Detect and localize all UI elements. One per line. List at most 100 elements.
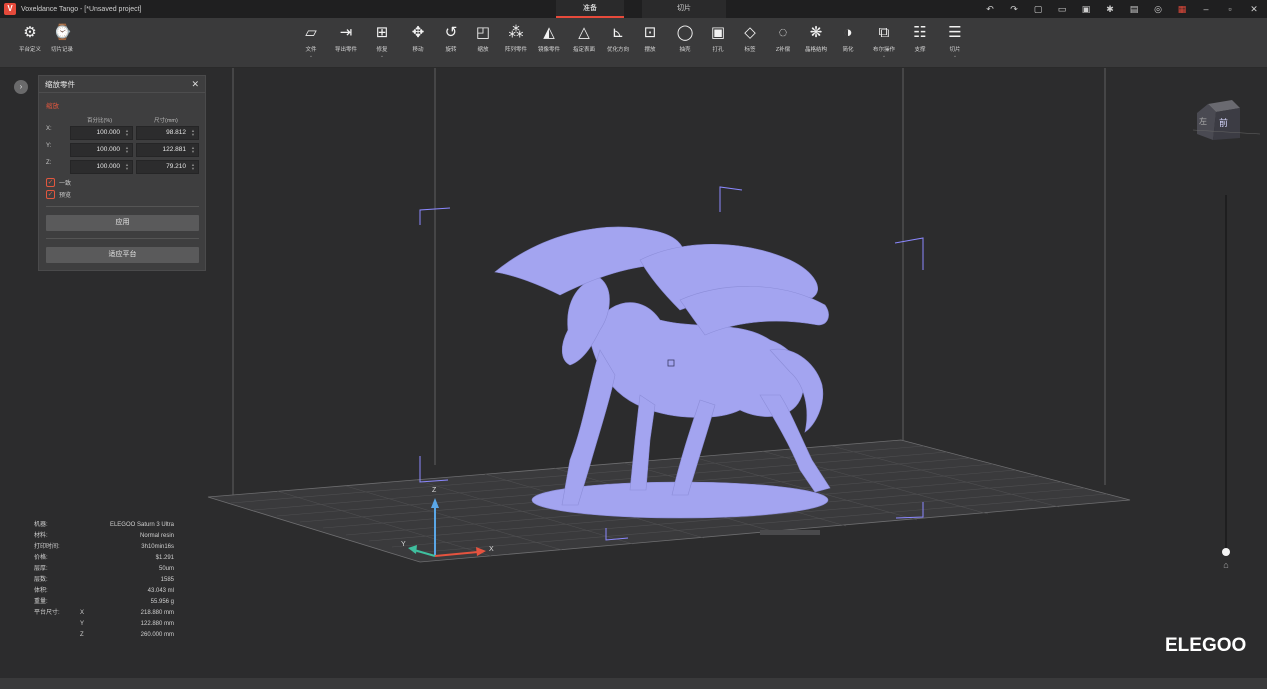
close-icon[interactable]: ✕ [1247,2,1261,16]
feedback-icon[interactable]: ▤ [1127,2,1141,16]
tool-mirror[interactable]: ◭ 镜像零件 [532,24,566,53]
tool-array[interactable]: ⁂ 阵列零件 [499,24,533,53]
info-row-weight: 重量: 55.956 g [34,597,174,608]
y-axis-label: Y [401,541,406,548]
chevron-down-icon: ⌄ [952,53,958,59]
settings-icon[interactable]: ✱ [1103,2,1117,16]
panel-divider [46,206,199,207]
field-value: 100.000 [96,129,121,136]
panel-header: 缩放零件 ✕ [39,76,205,93]
move-icon: ✥ [411,24,425,41]
y-row-label: Y: [46,143,52,149]
info-row-platform-z: Z 260.000 mm [34,630,174,641]
view-cube-left-label[interactable]: 左 [1199,116,1207,127]
save-icon[interactable]: ▣ [1079,2,1093,16]
info-value: 122.880 mm [140,621,174,627]
printer-icon[interactable]: ▦ [1175,2,1189,16]
info-key: 层厚: [34,566,48,572]
info-key: 机器: [34,522,48,528]
layer-slider-track[interactable] [1225,195,1227,551]
z-size-input[interactable]: 79.210 ▲ ▼ [136,160,199,174]
tab-slice[interactable]: 切片 [642,0,726,18]
x-percent-input[interactable]: 100.000 ▲ ▼ [70,126,133,140]
tool-lattice[interactable]: ❋ 晶格结构 [799,24,833,53]
tool-export[interactable]: ⇥ 导出零件 [329,24,363,53]
info-key: 打印时间: [34,544,60,550]
spinner-icon[interactable]: ▲ ▼ [125,129,129,137]
panel-expand-button[interactable]: › [14,80,28,94]
uniform-checkbox-row[interactable]: ✓ 一致 [46,178,71,187]
spinner-icon[interactable]: ▲ ▼ [125,163,129,171]
label-icon: ◇ [744,24,756,41]
status-bar [0,678,1267,689]
info-value: $1.291 [155,555,174,561]
title-bar: V Voxeldance Tango - [*Unsaved project] … [0,0,1267,18]
tool-scale[interactable]: ◰ 缩放 [466,24,500,53]
info-row-machine: 机器: ELEGOO Saturn 3 Ultra [34,520,174,531]
place-icon: ⊡ [643,24,657,41]
surface-icon: △ [578,24,590,41]
tool-boolean[interactable]: ⧉ 布尔操作 ⌄ [867,24,901,59]
spinner-icon[interactable]: ▲ ▼ [191,163,195,171]
new-file-icon[interactable]: ▢ [1031,2,1045,16]
preview-checkbox[interactable]: ✓ [46,190,55,199]
tool-label: 阵列零件 [504,47,527,53]
info-value: 50um [158,566,174,572]
tool-label: 镜像零件 [537,47,560,53]
z-compensation-icon: ◌ [778,24,788,41]
tool-label-tag[interactable]: ◇ 标签 [733,24,767,53]
tool-z-compensation[interactable]: ◌ Z补偿 [766,24,800,53]
lattice-icon: ❋ [809,24,823,41]
home-icon[interactable]: ⌂ [1220,560,1232,572]
y-percent-input[interactable]: 100.000 ▲ ▼ [70,143,133,157]
info-key: 重量: [34,599,48,605]
tool-hollow[interactable]: ◯ 抽壳 [668,24,702,53]
tool-place[interactable]: ⊡ 摆放 [633,24,667,53]
chevron-down-icon: ⌄ [881,53,887,59]
z-percent-input[interactable]: 100.000 ▲ ▼ [70,160,133,174]
apply-button[interactable]: 应用 [46,215,199,231]
layer-slider-handle[interactable] [1222,548,1230,556]
tool-platform-definition[interactable]: ⚙ 平台定义 [13,24,47,53]
info-value: 218.880 mm [140,610,174,616]
fit-platform-button[interactable]: 适应平台 [46,247,199,263]
undo-icon[interactable]: ↶ [983,2,997,16]
punch-hole-icon: ▣ [710,24,726,41]
spinner-icon[interactable]: ▲ ▼ [125,146,129,154]
tool-label: 优化方向 [606,47,629,53]
tab-prepare[interactable]: 准备 [556,0,624,18]
info-value: 55.956 g [150,599,174,605]
redo-icon[interactable]: ↷ [1007,2,1021,16]
preview-checkbox-row[interactable]: ✓ 预览 [46,190,71,199]
tool-repair[interactable]: ⊞ 修复 ⌄ [365,24,399,59]
tool-label: 布尔操作 [872,47,895,53]
tool-orientation[interactable]: ⊾ 优化方向 [601,24,635,53]
info-key: 平台尺寸: [34,610,60,616]
chevron-down-icon: ⌄ [308,53,314,59]
close-icon[interactable]: ✕ [191,79,199,90]
tool-rotate[interactable]: ↺ 旋转 [434,24,468,53]
spinner-icon[interactable]: ▲ ▼ [191,129,195,137]
account-icon[interactable]: ◎ [1151,2,1165,16]
tool-punch-hole[interactable]: ▣ 打孔 [701,24,735,53]
z-axis-label: Z [432,487,437,494]
open-folder-icon[interactable]: ▭ [1055,2,1069,16]
x-size-input[interactable]: 98.812 ▲ ▼ [136,126,199,140]
tool-file[interactable]: ▱ 文件 ⌄ [294,24,328,59]
tool-simplify[interactable]: ◑ 简化 [831,24,865,53]
mode-tabs: 准备 切片 [556,0,726,18]
view-cube-front-label[interactable]: 前 [1219,116,1228,129]
orientation-icon: ⊾ [611,24,625,41]
plate-logo-mark [760,530,820,535]
tool-surface[interactable]: △ 指定表面 [567,24,601,53]
tool-slice[interactable]: ☰ 切片 ⌄ [938,24,972,59]
tool-slice-history[interactable]: ⌚ 切片记录 [45,24,79,53]
maximize-icon[interactable]: ▫ [1223,2,1237,16]
uniform-checkbox[interactable]: ✓ [46,178,55,187]
spinner-icon[interactable]: ▲ ▼ [191,146,195,154]
minimize-icon[interactable]: – [1199,2,1213,16]
tool-move[interactable]: ✥ 移动 [401,24,435,53]
field-value: 122.881 [162,146,187,153]
tool-support[interactable]: ☷ 支撑 [903,24,937,53]
y-size-input[interactable]: 122.881 ▲ ▼ [136,143,199,157]
